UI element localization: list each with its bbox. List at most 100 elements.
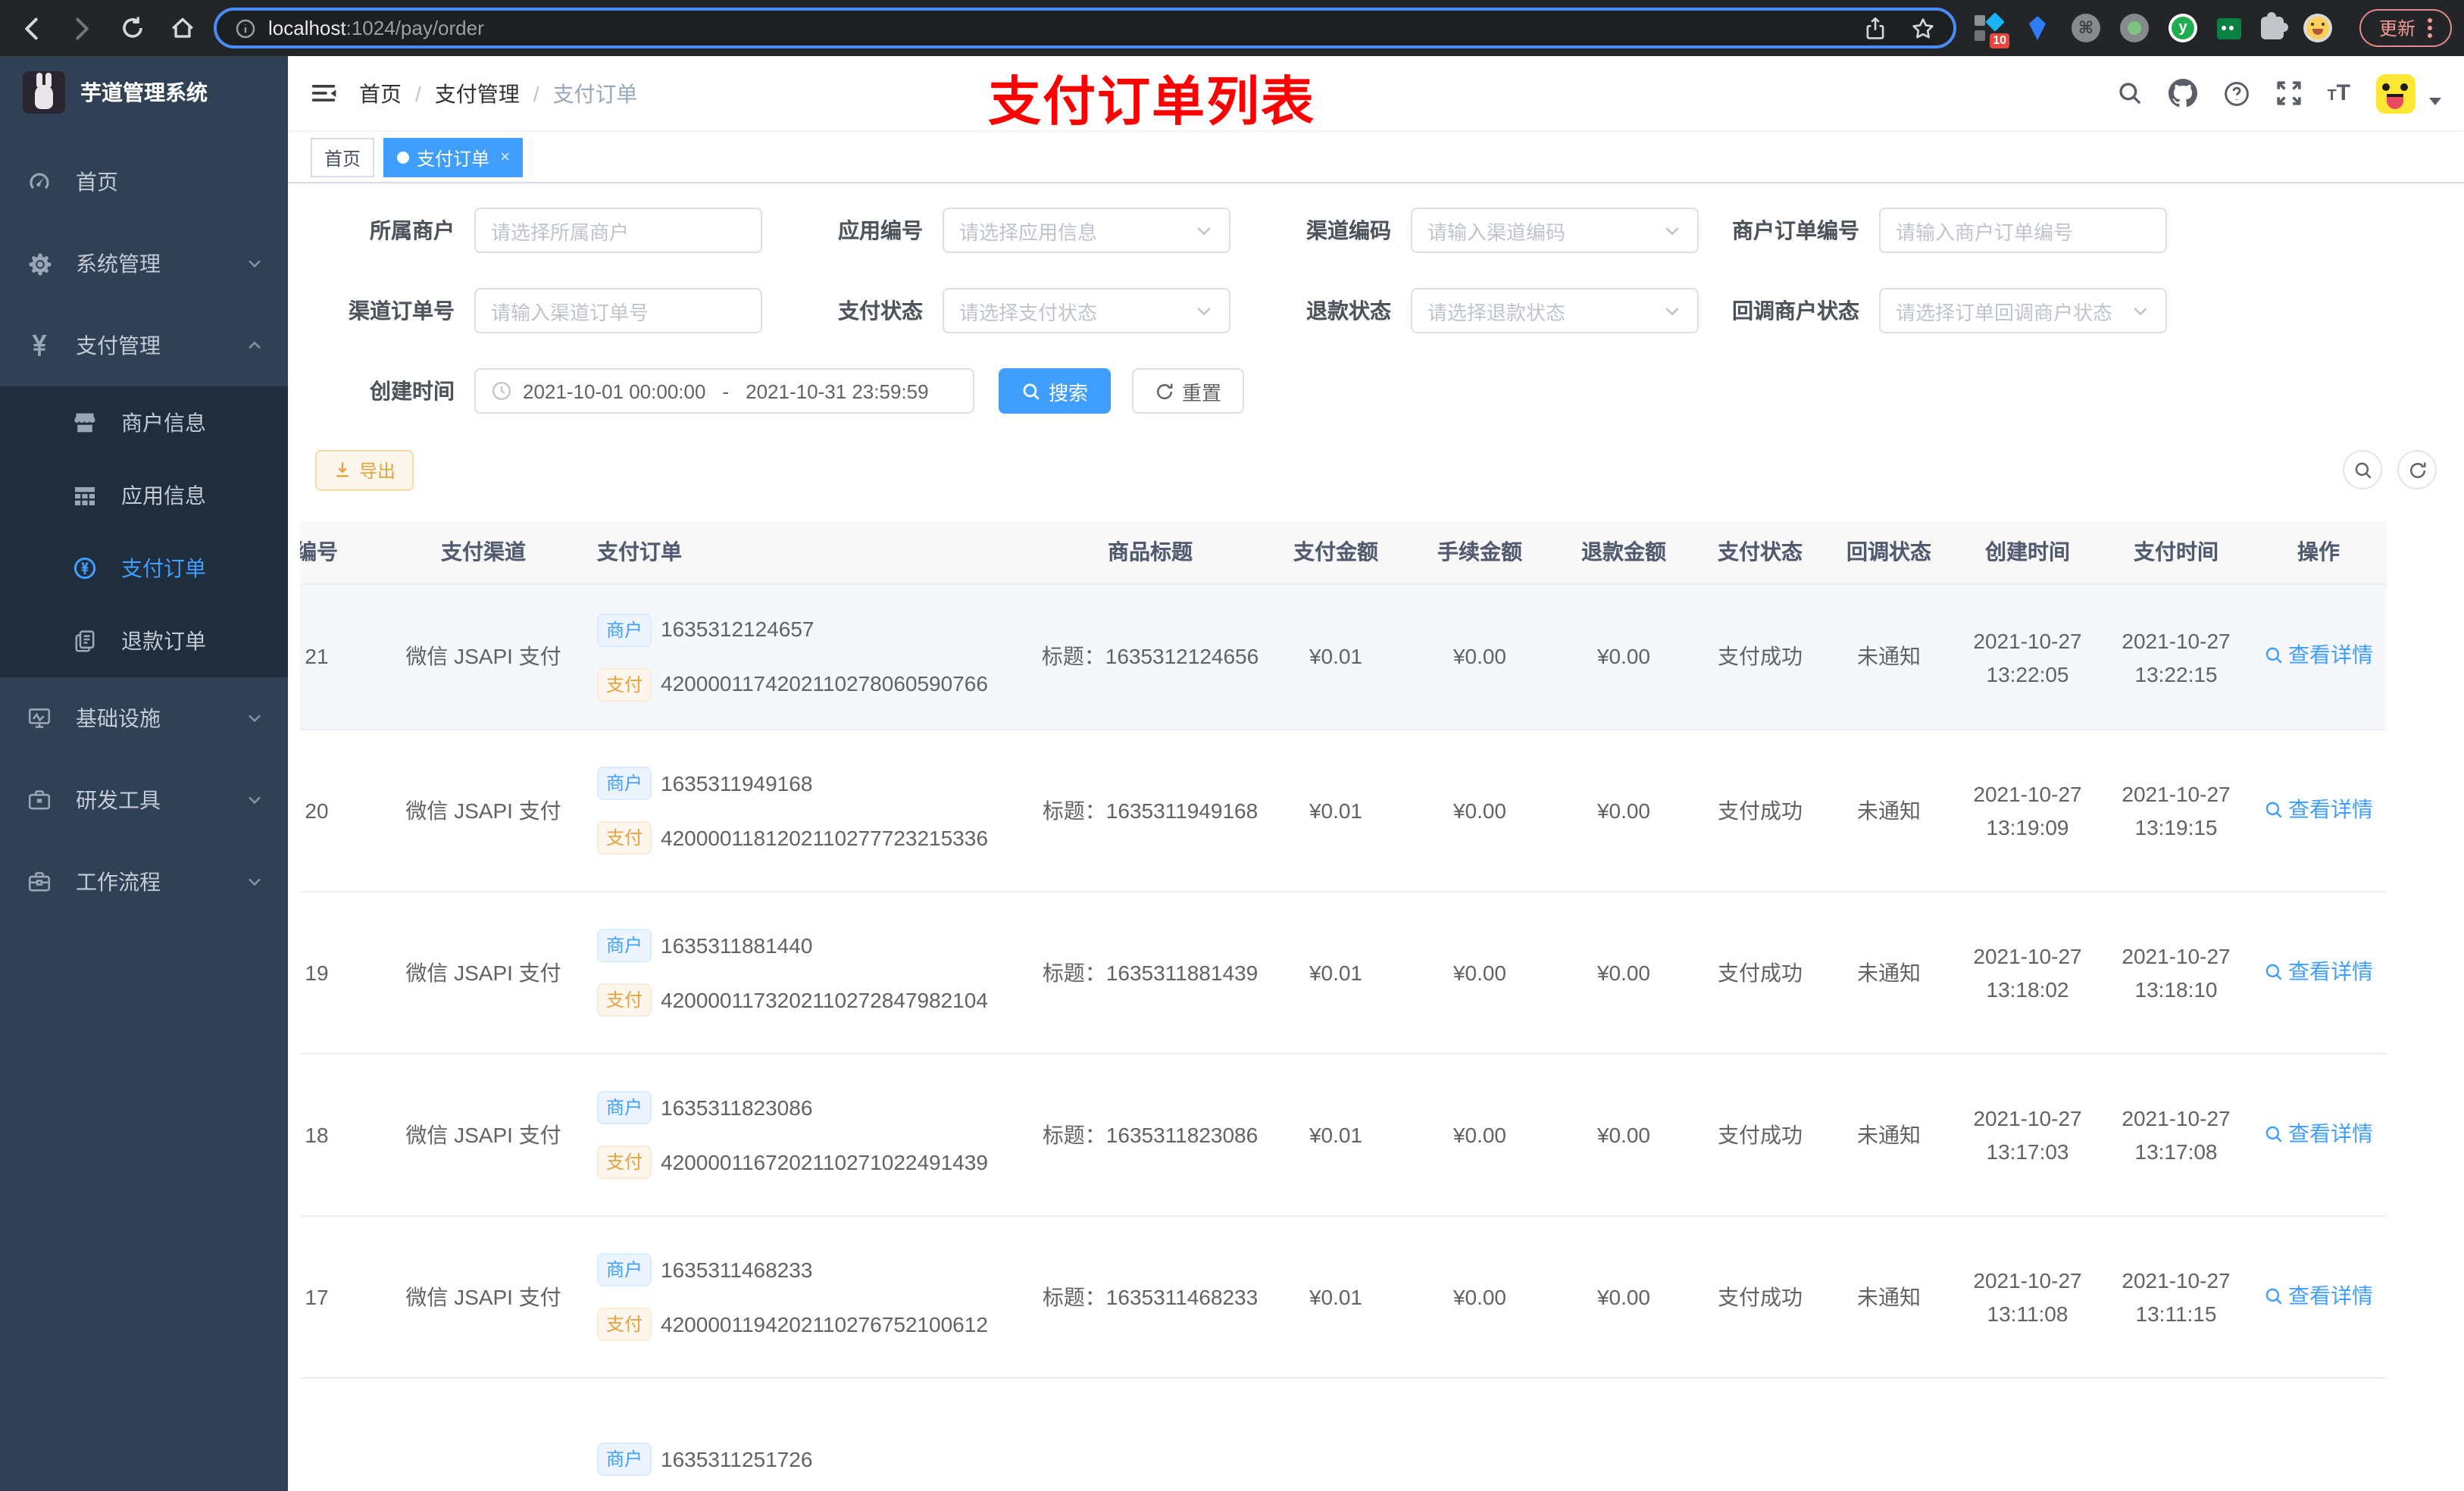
sidebar-item-9[interactable]: 工作流程 xyxy=(0,841,288,923)
column-header-11: 操作 xyxy=(2297,539,2340,564)
sidebar-item-7[interactable]: 基础设施 xyxy=(0,677,288,759)
table-row-4: 17 微信 JSAPI 支付 商户 1635311468233 支付 4200001194… xyxy=(300,1217,2387,1379)
view-detail-link[interactable]: 查看详情 xyxy=(2264,1280,2373,1311)
sidebar-item-6[interactable]: 退款订单 xyxy=(0,605,288,677)
cell-created-time: 2021-10-27 13:11:08 xyxy=(1953,1264,2102,1330)
home-icon[interactable] xyxy=(165,11,199,45)
sidebar-item-3[interactable]: 商户信息 xyxy=(0,386,288,459)
paid-clock: 13:22:15 xyxy=(2134,661,2218,686)
chevron-up-icon xyxy=(245,336,264,355)
toggle-search-button[interactable] xyxy=(2343,450,2382,489)
view-detail-link[interactable]: 查看详情 xyxy=(2264,793,2373,825)
sidebar-item-2[interactable]: 支付管理 xyxy=(0,305,288,386)
extension-icon-tabs[interactable]: 10 xyxy=(1975,12,2009,48)
search-button[interactable]: 搜索 xyxy=(999,368,1112,414)
sidebar-item-0[interactable]: 首页 xyxy=(0,141,288,223)
yen-icon xyxy=(24,333,55,358)
sidebar-item-label: 支付管理 xyxy=(76,333,161,358)
info-icon[interactable] xyxy=(235,17,256,39)
hamburger-icon[interactable] xyxy=(288,79,359,108)
cell-no: 18 xyxy=(305,1122,329,1146)
filter-select-5[interactable]: 请选择支付状态 xyxy=(943,288,1230,333)
filter-select-6[interactable]: 请选择退款状态 xyxy=(1411,288,1699,333)
filter-label: 商户订单编号 xyxy=(1732,218,1859,242)
browser-update-button[interactable]: 更新 xyxy=(2359,8,2452,46)
extension-icon-y[interactable]: y xyxy=(2169,14,2197,42)
cell-no: 17 xyxy=(305,1284,329,1308)
cell-order-nos: 商户 1635311823086 支付 42000011672021102710224… xyxy=(582,1055,1037,1215)
refresh-button[interactable] xyxy=(2397,450,2437,489)
address-bar[interactable]: localhost:1024/pay/order xyxy=(214,8,1956,48)
fullscreen-icon[interactable] xyxy=(2275,80,2301,106)
browser-menu-icon[interactable] xyxy=(2428,17,2432,37)
view-detail-link[interactable]: 查看详情 xyxy=(2264,639,2373,671)
paid-clock: 13:17:08 xyxy=(2134,1139,2218,1164)
created-clock: 13:19:09 xyxy=(1986,815,2069,839)
filter-input-4[interactable]: 请输入渠道订单号 xyxy=(474,288,762,333)
view-detail-label: 查看详情 xyxy=(2288,642,2373,667)
breadcrumb-home[interactable]: 首页 xyxy=(359,78,402,108)
github-icon[interactable] xyxy=(2168,79,2197,108)
tag-home[interactable]: 首页 xyxy=(311,138,375,177)
column-header-4: 支付金额 xyxy=(1293,539,1378,564)
column-header-3: 商品标题 xyxy=(1108,539,1193,564)
view-detail-label: 查看详情 xyxy=(2288,1121,2373,1145)
back-icon[interactable] xyxy=(15,11,48,45)
browser-profile-avatar[interactable] xyxy=(2303,14,2332,42)
cell-title: 标题：1635311823086 xyxy=(1042,1122,1259,1146)
export-button[interactable]: 导出 xyxy=(315,449,414,490)
forward-icon[interactable] xyxy=(65,11,98,45)
merchant-tag: 商户 xyxy=(597,767,652,800)
sidebar-item-1[interactable]: 系统管理 xyxy=(0,223,288,305)
filter-select-2[interactable]: 请输入渠道编码 xyxy=(1411,208,1699,253)
date-range-picker[interactable]: 2021-10-01 00:00:00 - 2021-10-31 23:59:5… xyxy=(474,368,974,414)
sidebar-item-label: 应用信息 xyxy=(121,483,206,508)
reload-icon[interactable] xyxy=(115,11,149,45)
filter-item-4: 渠道订单号 请输入渠道订单号 xyxy=(312,288,762,333)
tag-pay-order[interactable]: 支付订单 × xyxy=(383,138,524,177)
share-icon[interactable] xyxy=(1864,16,1887,40)
close-icon[interactable]: × xyxy=(500,148,510,167)
sidebar-item-5[interactable]: 支付订单 xyxy=(0,532,288,605)
column-header-0: 编号 xyxy=(300,539,338,564)
placeholder-text: 请选择退款状态 xyxy=(1427,301,1566,324)
sidebar-item-4[interactable]: 应用信息 xyxy=(0,459,288,532)
sidebar-logo[interactable]: 芋道管理系统 xyxy=(0,56,288,129)
page-annotation: 支付订单列表 xyxy=(988,73,1316,132)
view-detail-link[interactable]: 查看详情 xyxy=(2264,1117,2373,1149)
text-size-icon[interactable]: TT xyxy=(2327,80,2350,106)
browser-nav-buttons xyxy=(0,11,199,45)
created-date: 2021-10-27 xyxy=(1973,782,2082,806)
search-icon[interactable] xyxy=(2116,80,2142,106)
extension-icon-recorder[interactable] xyxy=(2120,14,2149,42)
toolbox-icon xyxy=(24,788,55,812)
column-header-8: 回调状态 xyxy=(1846,539,1931,564)
extensions-puzzle-icon[interactable] xyxy=(2261,12,2288,39)
extension-icon-chat[interactable] xyxy=(2217,17,2241,39)
pay-tag: 支付 xyxy=(597,821,652,855)
cell-notify-status: 未通知 xyxy=(1857,1284,1921,1308)
view-detail-link[interactable]: 查看详情 xyxy=(2264,955,2373,987)
help-icon[interactable] xyxy=(2222,80,2250,107)
app-title: 芋道管理系统 xyxy=(80,80,208,105)
column-header-6: 退款金额 xyxy=(1581,539,1666,564)
cell-amount: ¥0.01 xyxy=(1309,1284,1363,1308)
caret-down-icon[interactable] xyxy=(2428,95,2443,107)
star-icon[interactable] xyxy=(1911,16,1935,40)
filter-input-0[interactable]: 请选择所属商户 xyxy=(474,208,762,253)
chevron-down-icon xyxy=(245,709,264,727)
filter-select-1[interactable]: 请选择应用信息 xyxy=(943,208,1230,253)
breadcrumb-pay[interactable]: 支付管理 xyxy=(435,78,520,108)
paid-date: 2021-10-27 xyxy=(2122,1268,2231,1293)
filter-label: 渠道编码 xyxy=(1306,218,1391,242)
table-header: 编号 支付渠道 支付订单 商品标题 支付金额 手续金额 退款金额 支付状态 回调状态 创建时间 支付… xyxy=(300,521,2387,585)
filter-input-3[interactable]: 请输入商户订单编号 xyxy=(1879,208,2167,253)
reset-button[interactable]: 重置 xyxy=(1132,368,1245,414)
user-avatar[interactable] xyxy=(2376,73,2416,113)
filter-select-7[interactable]: 请选择订单回调商户状态 xyxy=(1879,288,2167,333)
sidebar-item-8[interactable]: 研发工具 xyxy=(0,759,288,841)
extension-icon-gem[interactable] xyxy=(2023,14,2052,42)
extension-icon-command[interactable]: ⌘ xyxy=(2072,14,2100,42)
cell-fee: ¥0.00 xyxy=(1452,1122,1507,1146)
cell-notify-status: 未通知 xyxy=(1857,960,1921,984)
